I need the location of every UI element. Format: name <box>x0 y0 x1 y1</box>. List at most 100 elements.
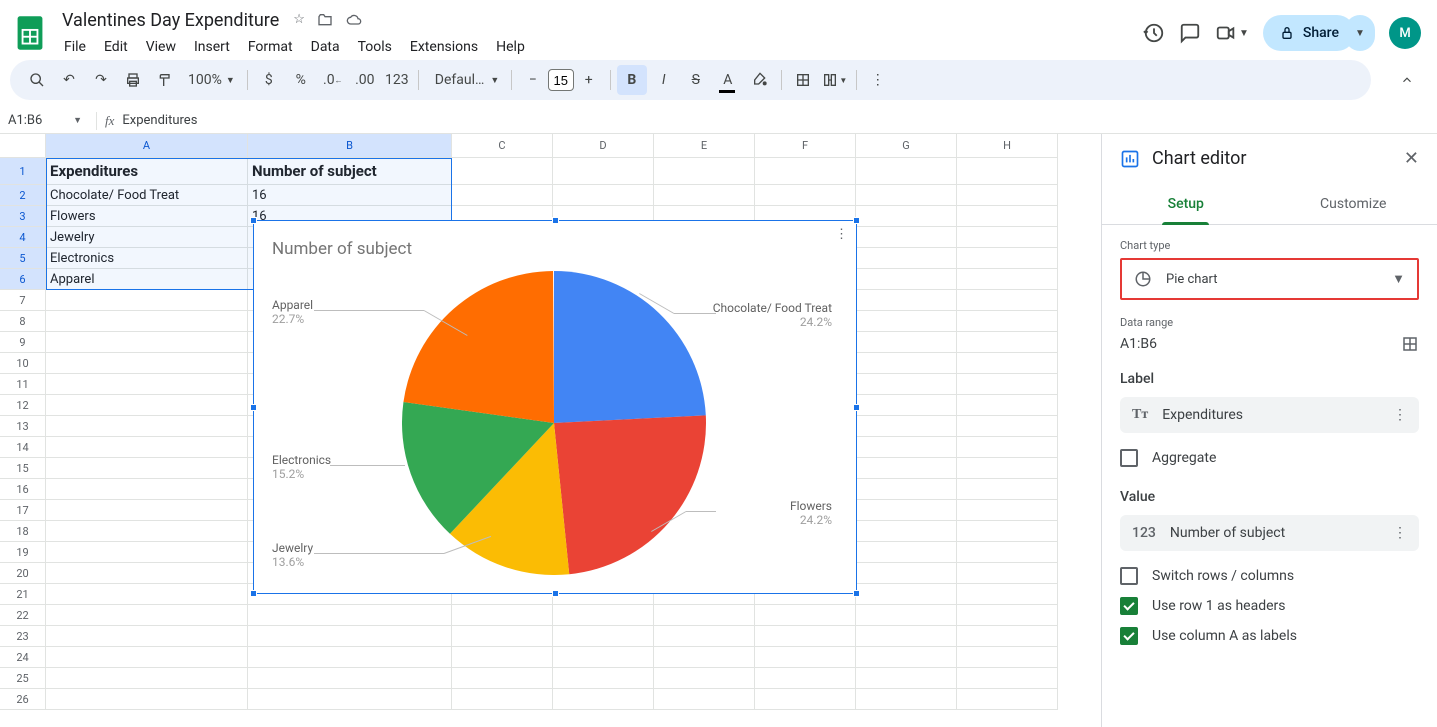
cell-A15[interactable] <box>46 458 248 479</box>
row-header-23[interactable]: 23 <box>0 626 46 647</box>
cell-H3[interactable] <box>957 206 1058 227</box>
row-header-9[interactable]: 9 <box>0 332 46 353</box>
increase-decimal-icon[interactable]: .00 <box>350 65 380 95</box>
star-icon[interactable]: ☆ <box>293 12 305 28</box>
text-color-button[interactable]: A <box>713 65 743 95</box>
row-header-15[interactable]: 15 <box>0 458 46 479</box>
cell-C26[interactable] <box>452 689 553 710</box>
row1-headers-row[interactable]: Use row 1 as headers <box>1120 591 1419 621</box>
row-header-13[interactable]: 13 <box>0 416 46 437</box>
cell-C24[interactable] <box>452 647 553 668</box>
collapse-toolbar[interactable] <box>1387 60 1427 100</box>
cell-G22[interactable] <box>856 605 957 626</box>
row-header-7[interactable]: 7 <box>0 290 46 311</box>
cell-G19[interactable] <box>856 542 957 563</box>
cell-H11[interactable] <box>957 374 1058 395</box>
switch-checkbox[interactable] <box>1120 567 1138 585</box>
cell-H23[interactable] <box>957 626 1058 647</box>
row-header-1[interactable]: 1 <box>0 158 46 185</box>
cell-H16[interactable] <box>957 479 1058 500</box>
cell-H6[interactable] <box>957 269 1058 290</box>
cell-H2[interactable] <box>957 185 1058 206</box>
cell-F23[interactable] <box>755 626 856 647</box>
share-button[interactable]: Share <box>1263 15 1355 51</box>
aggregate-row[interactable]: Aggregate <box>1120 443 1419 473</box>
cell-F2[interactable] <box>755 185 856 206</box>
cell-G9[interactable] <box>856 332 957 353</box>
cell-G23[interactable] <box>856 626 957 647</box>
col-header-F[interactable]: F <box>755 134 856 158</box>
cell-G11[interactable] <box>856 374 957 395</box>
cell-H10[interactable] <box>957 353 1058 374</box>
sheets-logo[interactable] <box>10 13 50 53</box>
col-header-B[interactable]: B <box>248 134 452 158</box>
cell-A7[interactable] <box>46 290 248 311</box>
paint-format-icon[interactable] <box>150 65 180 95</box>
menu-view[interactable]: View <box>138 35 184 59</box>
cell-E26[interactable] <box>654 689 755 710</box>
cell-G5[interactable] <box>856 248 957 269</box>
cell-A19[interactable] <box>46 542 248 563</box>
cell-G10[interactable] <box>856 353 957 374</box>
move-icon[interactable] <box>317 12 333 28</box>
row-header-4[interactable]: 4 <box>0 227 46 248</box>
menu-help[interactable]: Help <box>488 35 533 59</box>
cell-G26[interactable] <box>856 689 957 710</box>
document-title[interactable]: Valentines Day Expenditure <box>56 8 285 33</box>
cell-D25[interactable] <box>553 668 654 689</box>
cell-E25[interactable] <box>654 668 755 689</box>
cell-G15[interactable] <box>856 458 957 479</box>
cell-B26[interactable] <box>248 689 452 710</box>
row-header-16[interactable]: 16 <box>0 479 46 500</box>
col-header-H[interactable]: H <box>957 134 1058 158</box>
menu-file[interactable]: File <box>56 35 94 59</box>
row-header-5[interactable]: 5 <box>0 248 46 269</box>
row-header-12[interactable]: 12 <box>0 395 46 416</box>
cell-A1[interactable]: Expenditures <box>46 158 248 185</box>
cell-H12[interactable] <box>957 395 1058 416</box>
font-select[interactable]: Defaul…▼ <box>425 72 505 88</box>
comment-icon[interactable] <box>1179 22 1201 44</box>
row-header-18[interactable]: 18 <box>0 521 46 542</box>
cell-G3[interactable] <box>856 206 957 227</box>
cell-A5[interactable]: Electronics <box>46 248 248 269</box>
cell-H21[interactable] <box>957 584 1058 605</box>
cell-B23[interactable] <box>248 626 452 647</box>
cell-E2[interactable] <box>654 185 755 206</box>
cell-F26[interactable] <box>755 689 856 710</box>
cell-G8[interactable] <box>856 311 957 332</box>
cell-G7[interactable] <box>856 290 957 311</box>
strike-button[interactable]: S <box>681 65 711 95</box>
cell-A26[interactable] <box>46 689 248 710</box>
col-header-E[interactable]: E <box>654 134 755 158</box>
row-header-14[interactable]: 14 <box>0 437 46 458</box>
cell-H17[interactable] <box>957 500 1058 521</box>
cell-C2[interactable] <box>452 185 553 206</box>
chart-menu-icon[interactable]: ⋮ <box>835 227 848 242</box>
col-header-A[interactable]: A <box>46 134 248 158</box>
font-size-input[interactable] <box>548 69 574 91</box>
cell-H14[interactable] <box>957 437 1058 458</box>
cell-A6[interactable]: Apparel <box>46 269 248 290</box>
cell-F24[interactable] <box>755 647 856 668</box>
cell-A14[interactable] <box>46 437 248 458</box>
cell-C22[interactable] <box>452 605 553 626</box>
borders-button[interactable] <box>788 65 818 95</box>
value-pill[interactable]: 123 Number of subject ⋮ <box>1120 515 1419 551</box>
row-header-26[interactable]: 26 <box>0 689 46 710</box>
row-header-2[interactable]: 2 <box>0 185 46 206</box>
cell-H19[interactable] <box>957 542 1058 563</box>
merge-button[interactable]: ▼ <box>820 65 850 95</box>
menu-format[interactable]: Format <box>240 35 301 59</box>
cell-D1[interactable] <box>553 158 654 185</box>
more-icon[interactable]: ⋮ <box>863 65 893 95</box>
close-icon[interactable]: ✕ <box>1404 148 1419 169</box>
cell-H25[interactable] <box>957 668 1058 689</box>
cell-A8[interactable] <box>46 311 248 332</box>
cell-C1[interactable] <box>452 158 553 185</box>
data-range-value[interactable]: A1:B6 <box>1120 336 1157 352</box>
percent-icon[interactable]: % <box>286 65 316 95</box>
font-size-decrease[interactable]: − <box>518 65 548 95</box>
label-menu-icon[interactable]: ⋮ <box>1393 407 1407 423</box>
cell-A18[interactable] <box>46 521 248 542</box>
